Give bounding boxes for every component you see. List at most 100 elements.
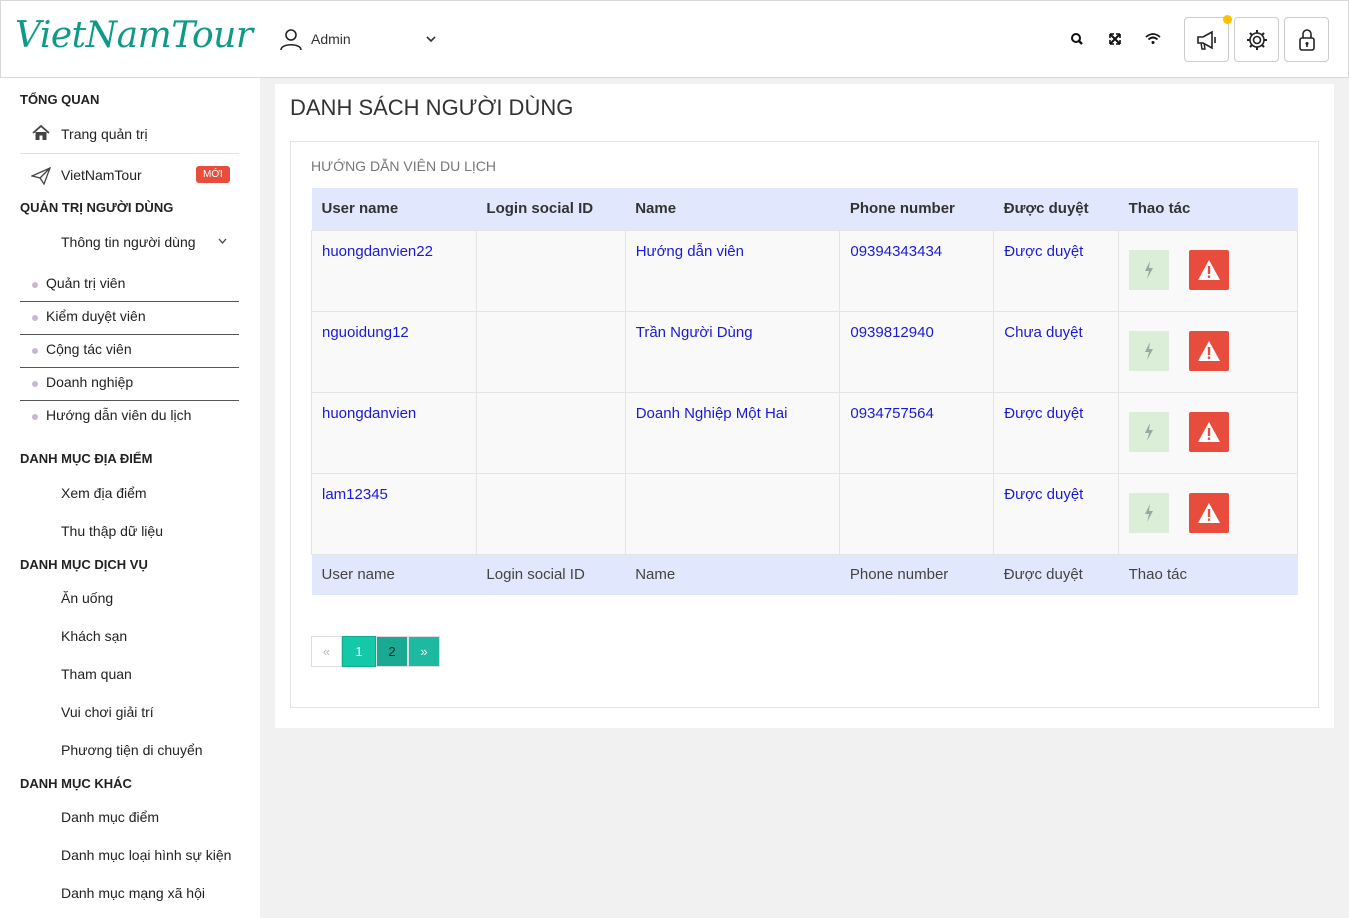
footer-actions: Thao tác: [1128, 566, 1187, 584]
pagination-page-1[interactable]: 1: [342, 636, 376, 667]
cell-social-id: [475, 229, 626, 312]
bolt-icon: [1145, 341, 1154, 360]
sidebar-item-user-info[interactable]: Thông tin người dùng: [61, 234, 196, 250]
pagination-page-2[interactable]: 2: [376, 636, 408, 667]
cell-name[interactable]: [624, 472, 841, 555]
sidebar-item-event-types[interactable]: Danh mục loại hình sự kiện: [61, 847, 231, 863]
bullet-icon: [32, 381, 38, 387]
warning-icon: [1198, 259, 1221, 280]
cell-social-id: [475, 391, 626, 474]
logo[interactable]: VietNamTour: [15, 15, 253, 56]
warning-button[interactable]: [1189, 492, 1230, 533]
user-icon: [280, 29, 302, 51]
bolt-icon: [1145, 260, 1154, 279]
warning-button[interactable]: [1189, 249, 1230, 290]
activate-button[interactable]: [1129, 492, 1170, 533]
bullet-icon: [32, 282, 38, 288]
table-row: huongdanvien Doanh Nghiệp Một Hai 093475…: [311, 391, 1298, 474]
cell-social-id: [475, 472, 626, 555]
table-header: User name Login social ID Name Phone num…: [311, 188, 1298, 230]
sidebar: TỔNG QUAN Trang quản trị VietNamTour MỚI…: [0, 78, 260, 918]
bolt-icon: [1145, 503, 1154, 522]
activate-button[interactable]: [1129, 330, 1170, 371]
chevron-down-icon: [426, 36, 436, 43]
activate-button[interactable]: [1129, 249, 1170, 290]
cell-name[interactable]: Doanh Nghiệp Một Hai: [624, 391, 841, 474]
col-approved[interactable]: Được duyệt: [994, 188, 1119, 230]
lock-button[interactable]: [1284, 17, 1329, 62]
cell-status[interactable]: Chưa duyệt: [993, 310, 1120, 393]
section-other: DANH MỤC KHÁC: [20, 776, 132, 791]
cell-phone[interactable]: 0934757564: [839, 391, 995, 474]
users-table: User name Login social ID Name Phone num…: [311, 188, 1298, 595]
footer-username: User name: [321, 566, 395, 584]
sidebar-item-vietnamtour[interactable]: VietNamTour: [61, 167, 142, 183]
home-icon: [32, 124, 50, 146]
sidebar-item-collect-data[interactable]: Thu thập dữ liệu: [61, 523, 163, 539]
cell-username[interactable]: nguoidung12: [311, 310, 477, 393]
col-phone[interactable]: Phone number: [840, 188, 994, 230]
footer-name: Name: [635, 566, 676, 584]
cell-phone[interactable]: [839, 472, 995, 555]
cell-actions: [1118, 391, 1298, 474]
lock-icon: [1298, 28, 1315, 51]
cell-username[interactable]: huongdanvien22: [311, 229, 477, 312]
sidebar-item-food[interactable]: Ăn uống: [61, 590, 113, 606]
cell-name[interactable]: Hướng dẫn viên: [624, 229, 841, 312]
sidebar-subitem-tour-guides[interactable]: Hướng dẫn viên du lịch: [20, 401, 239, 434]
page-title: DANH SÁCH NGƯỜI DÙNG: [290, 95, 574, 120]
section-overview: TỔNG QUAN: [20, 92, 100, 107]
header-tools: [1069, 31, 1161, 47]
user-name: Admin: [311, 31, 351, 47]
cell-actions: [1118, 229, 1298, 312]
bullet-icon: [32, 414, 38, 420]
top-header: VietNamTour Admin: [0, 0, 1349, 78]
cell-phone[interactable]: 09394343434: [839, 229, 995, 312]
fullscreen-icon[interactable]: [1107, 31, 1123, 47]
settings-button[interactable]: [1234, 17, 1279, 62]
col-name[interactable]: Name: [625, 188, 840, 230]
col-username[interactable]: User name: [312, 188, 477, 230]
cell-status[interactable]: Được duyệt: [993, 391, 1120, 474]
section-places: DANH MỤC ĐỊA ĐIỂM: [20, 451, 153, 466]
warning-icon: [1198, 340, 1221, 361]
table-footer: User name Login social ID Name Phone num…: [311, 554, 1298, 595]
sidebar-item-entertainment[interactable]: Vui chơi giải trí: [61, 704, 154, 720]
warning-icon: [1198, 502, 1221, 523]
cell-status[interactable]: Được duyệt: [993, 472, 1120, 555]
wifi-icon[interactable]: [1145, 31, 1161, 47]
sidebar-item-social-networks[interactable]: Danh mục mạng xã hội: [61, 885, 205, 901]
chevron-down-icon: [218, 238, 227, 244]
warning-button[interactable]: [1189, 411, 1230, 452]
cell-username[interactable]: huongdanvien: [311, 391, 477, 474]
footer-phone: Phone number: [849, 566, 949, 584]
sidebar-subitem-collaborators[interactable]: Cộng tác viên: [20, 335, 239, 368]
col-actions: Thao tác: [1128, 200, 1191, 218]
main-panel: DANH SÁCH NGƯỜI DÙNG HƯỚNG DẪN VIÊN DU L…: [275, 84, 1334, 728]
card-title: HƯỚNG DẪN VIÊN DU LỊCH: [311, 158, 496, 174]
footer-approved: Được duyệt: [1003, 566, 1083, 584]
sidebar-subitem-admins[interactable]: Quản trị viên: [20, 269, 239, 302]
cell-name[interactable]: Trần Người Dùng: [624, 310, 841, 393]
cell-status[interactable]: Được duyệt: [993, 229, 1120, 312]
sidebar-subitem-businesses[interactable]: Doanh nghiệp: [20, 368, 239, 401]
activate-button[interactable]: [1129, 411, 1170, 452]
announcement-button[interactable]: [1184, 15, 1232, 62]
users-card: HƯỚNG DẪN VIÊN DU LỊCH User name Login s…: [290, 141, 1319, 708]
pagination-prev[interactable]: «: [311, 636, 342, 667]
col-social-id[interactable]: Login social ID: [476, 188, 625, 230]
sidebar-item-hotels[interactable]: Khách sạn: [61, 628, 127, 644]
search-icon[interactable]: [1069, 31, 1085, 47]
pagination-next[interactable]: »: [408, 636, 440, 667]
bullet-icon: [32, 315, 38, 321]
user-menu[interactable]: Admin: [279, 27, 436, 51]
sidebar-item-point-categories[interactable]: Danh mục điểm: [61, 809, 159, 825]
sidebar-item-sightseeing[interactable]: Tham quan: [61, 666, 132, 682]
sidebar-subitem-moderators[interactable]: Kiểm duyệt viên: [20, 302, 239, 335]
sidebar-item-admin-home[interactable]: Trang quản trị: [61, 126, 148, 142]
warning-button[interactable]: [1189, 330, 1230, 371]
cell-username[interactable]: lam12345: [311, 472, 477, 555]
sidebar-item-view-places[interactable]: Xem địa điểm: [61, 485, 147, 501]
sidebar-item-transport[interactable]: Phương tiện di chuyển: [61, 742, 203, 758]
cell-phone[interactable]: 0939812940: [839, 310, 995, 393]
